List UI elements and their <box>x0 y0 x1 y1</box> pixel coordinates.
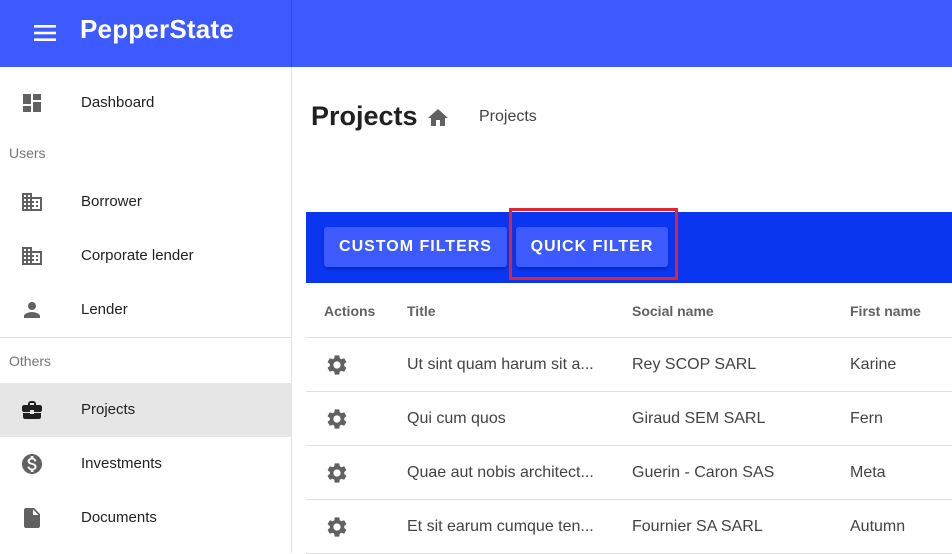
cell-title: Ut sint quam harum sit a... <box>407 356 594 373</box>
sidebar-item-dashboard[interactable]: Dashboard <box>0 76 292 130</box>
cell-social-name: Fournier SA SARL <box>632 518 763 535</box>
sidebar-item-label: Projects <box>81 401 136 418</box>
column-header-first-name[interactable]: First name <box>850 303 921 319</box>
column-header-title[interactable]: Title <box>407 303 436 319</box>
sidebar-item-investments[interactable]: Investments <box>0 437 292 491</box>
app-bar: PepperState <box>0 0 952 67</box>
page-title: Projects <box>311 101 418 131</box>
sidebar-item-documents[interactable]: Documents <box>0 491 292 545</box>
sidebar-item-label: Corporate lender <box>81 247 194 264</box>
column-header-actions: Actions <box>324 303 376 319</box>
gear-icon[interactable] <box>325 461 349 485</box>
sidebar-item-projects[interactable]: Projects <box>0 383 292 437</box>
sidebar: Dashboard Users Borrower Corporate lende… <box>0 67 292 553</box>
cell-first-name: Fern <box>850 410 883 427</box>
dashboard-icon <box>23 94 41 112</box>
section-label-others: Others <box>9 353 52 369</box>
column-header-social-name[interactable]: Social name <box>632 303 714 319</box>
cell-first-name: Karine <box>850 356 897 373</box>
sidebar-item-borrower[interactable]: Borrower <box>0 175 292 229</box>
cell-social-name: Giraud SEM SARL <box>632 410 766 427</box>
appbar-divider <box>291 0 292 67</box>
cell-social-name: Rey SCOP SARL <box>632 356 757 373</box>
table-row[interactable]: Quae aut nobis architect... Guerin - Car… <box>306 446 952 500</box>
sidebar-item-corporate-lender[interactable]: Corporate lender <box>0 229 292 283</box>
building-icon <box>22 247 42 265</box>
building-icon <box>22 193 42 211</box>
dollar-circle-icon <box>22 454 42 474</box>
sidebar-item-lender[interactable]: Lender <box>0 283 292 337</box>
table-row[interactable]: Ut sint quam harum sit a... Rey SCOP SAR… <box>306 338 952 392</box>
cell-social-name: Guerin - Caron SAS <box>632 464 775 481</box>
cell-first-name: Meta <box>850 464 886 481</box>
sidebar-divider <box>0 337 292 338</box>
section-label-users: Users <box>9 145 46 161</box>
cell-first-name: Autumn <box>850 518 906 535</box>
hamburger-icon <box>34 25 56 41</box>
briefcase-icon <box>22 401 42 419</box>
cell-title: Et sit earum cumque ten... <box>407 518 594 535</box>
document-icon <box>24 508 40 528</box>
gear-icon[interactable] <box>325 353 349 377</box>
sidebar-item-label: Investments <box>81 455 162 472</box>
person-icon <box>24 302 40 318</box>
menu-button[interactable] <box>22 19 68 47</box>
home-icon[interactable] <box>426 106 450 130</box>
cell-title: Qui cum quos <box>407 410 506 427</box>
cell-title: Quae aut nobis architect... <box>407 464 594 481</box>
app-title: PepperState <box>80 14 234 44</box>
quick-filter-button[interactable]: QUICK FILTER <box>516 227 668 267</box>
sidebar-item-label: Lender <box>81 301 128 318</box>
gear-icon[interactable] <box>325 407 349 431</box>
gear-icon[interactable] <box>325 515 349 539</box>
sidebar-item-label: Borrower <box>81 193 142 210</box>
sidebar-item-label: Documents <box>81 509 157 526</box>
table-row[interactable]: Qui cum quos Giraud SEM SARL Fern <box>306 392 952 446</box>
filter-toolbar: CUSTOM FILTERS QUICK FILTER <box>306 212 952 283</box>
table-row[interactable]: Et sit earum cumque ten... Fournier SA S… <box>306 500 952 554</box>
breadcrumb[interactable]: Projects <box>479 108 537 126</box>
table-header: Actions Title Social name First name <box>306 283 952 338</box>
sidebar-item-label: Dashboard <box>81 94 155 111</box>
custom-filters-button[interactable]: CUSTOM FILTERS <box>324 227 507 267</box>
